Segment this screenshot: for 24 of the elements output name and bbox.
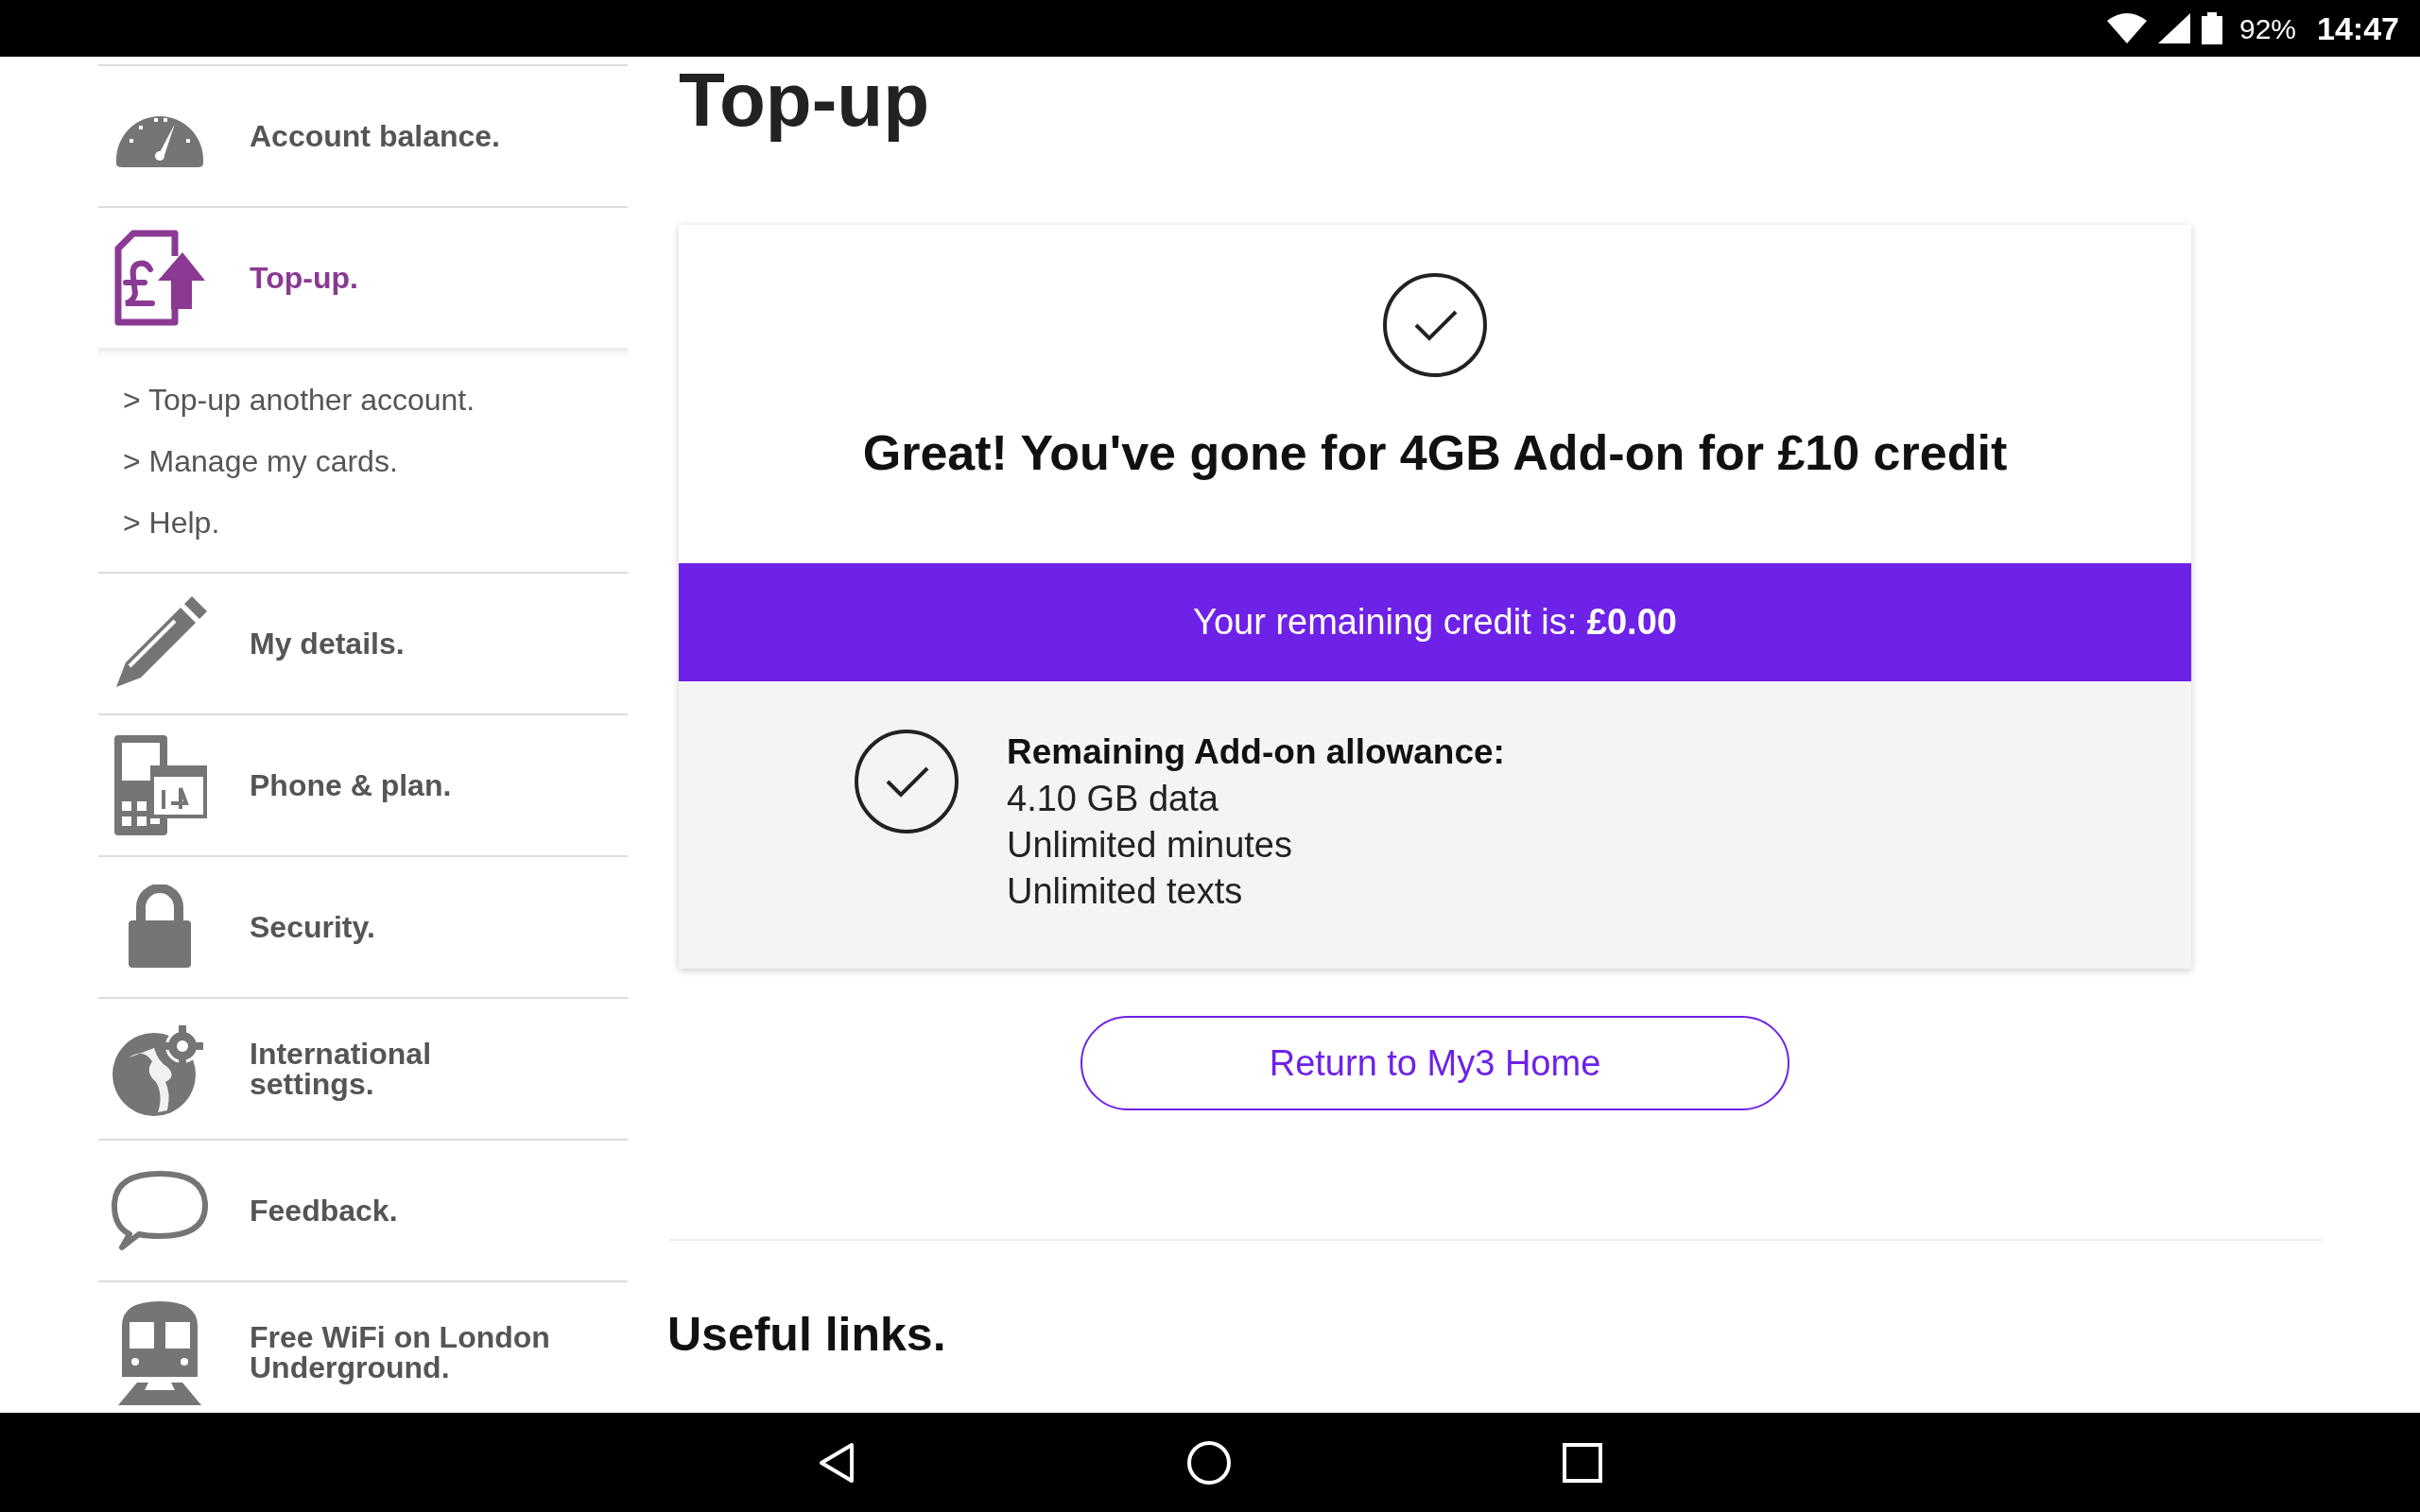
recent-apps-icon[interactable] <box>1563 1442 1602 1483</box>
checkmark-circle-icon <box>854 729 959 834</box>
speech-bubble-icon <box>111 1168 209 1253</box>
submenu-link[interactable]: > Help. <box>123 491 628 553</box>
section-heading: Useful links. <box>667 1307 946 1363</box>
allowance-line: 4.10 GB data <box>1007 778 1219 820</box>
phone-calendar-icon <box>112 733 207 837</box>
clock: 14:47 <box>2317 9 2399 48</box>
signal-icon <box>2158 13 2190 43</box>
home-icon[interactable] <box>1186 1439 1232 1486</box>
allowance-line: Unlimited minutes <box>1007 824 1293 867</box>
battery-icon <box>2202 12 2222 44</box>
credit-banner: Your remaining credit is: £0.00 <box>679 563 2191 681</box>
submenu-link[interactable]: > Top-up another account. <box>123 369 628 430</box>
battery-percentage: 92% <box>2239 11 2297 46</box>
back-icon[interactable] <box>818 1441 856 1484</box>
confirmation-headline: Great! You've gone for 4GB Add-on for £10 credit <box>862 424 2008 482</box>
submenu-link[interactable]: > Manage my cards. <box>123 430 628 491</box>
allowance-title: Remaining Add-on allowance: <box>1007 731 1505 773</box>
return-home-button[interactable]: Return to My3 Home <box>1080 1016 1789 1110</box>
wifi-icon <box>2107 13 2147 43</box>
padlock-icon <box>127 885 193 970</box>
allowance-line: Unlimited texts <box>1007 870 1244 913</box>
checkmark-circle-icon <box>1382 272 1488 378</box>
